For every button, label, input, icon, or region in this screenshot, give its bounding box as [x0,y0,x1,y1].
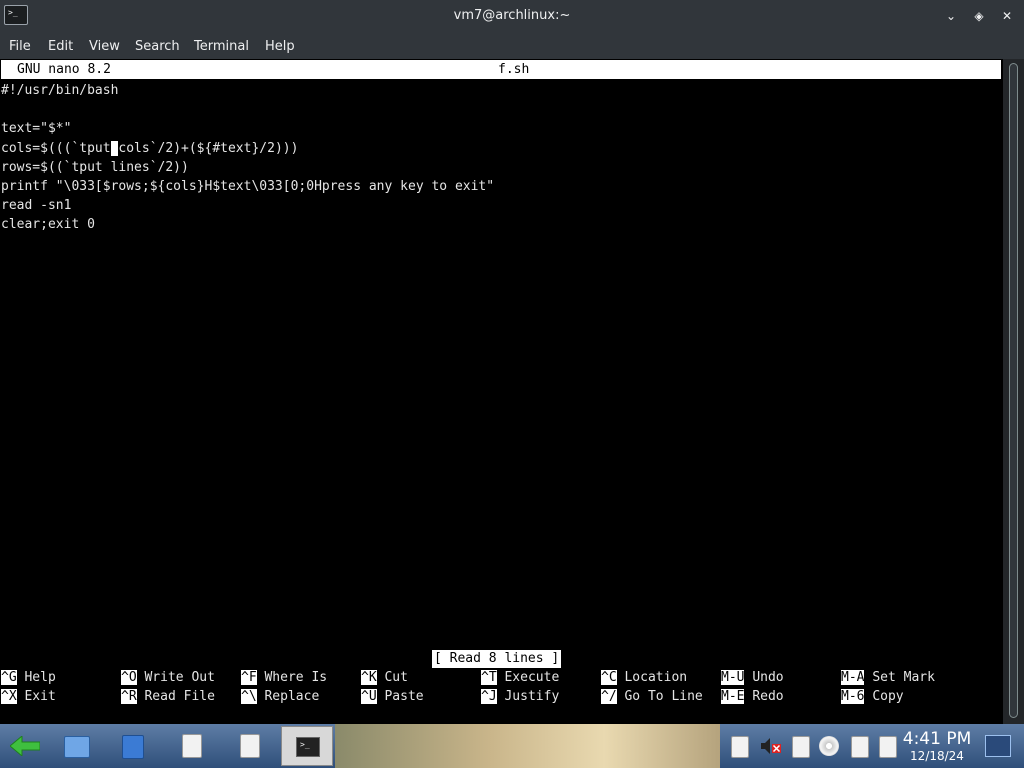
maximize-icon[interactable]: ◈ [969,6,989,26]
terminal-task-icon: >_ [296,737,320,757]
shortcut-copy[interactable]: M-6 Copy [841,687,904,706]
menu-edit[interactable]: Edit [48,39,73,54]
tray-document-icon[interactable] [792,736,810,758]
show-desktop-icon[interactable] [985,735,1011,757]
menu-view[interactable]: View [89,39,120,54]
code-line: text="$*" [1,121,72,137]
menu-file[interactable]: File [9,39,31,54]
nano-version: GNU nano 8.2 [17,62,111,77]
minimize-icon[interactable]: ⌄ [941,6,961,26]
shortcut-help[interactable]: ^G Help [1,668,56,687]
code-line: read -sn1 [1,198,72,214]
vertical-scrollbar[interactable] [1003,59,1024,724]
shortcut-exit[interactable]: ^X Exit [1,687,56,706]
shortcut-replace[interactable]: ^\ Replace [241,687,319,706]
shortcut-undo[interactable]: M-U Undo [721,668,784,687]
shortcut-execute[interactable]: ^T Execute [481,668,559,687]
close-icon[interactable]: ✕ [997,6,1017,26]
code-line: rows=$((`tput lines`/2)) [1,159,189,175]
code-line: clear;exit 0 [1,217,95,233]
document-icon[interactable] [182,734,202,758]
window-titlebar[interactable]: >_ vm7@archlinux:~ ⌄ ◈ ✕ [0,0,1024,33]
code-before-cursor: cols=$(((`tput [1,140,111,156]
shortcut-where-is[interactable]: ^F Where Is [241,668,327,687]
menu-terminal[interactable]: Terminal [194,39,249,54]
scrollbar-thumb[interactable] [1009,63,1018,718]
menu-help[interactable]: Help [265,39,295,54]
clock[interactable]: 4:41 PM 12/18/24 [896,729,978,763]
code-line-cursor: cols=$(((`tput cols`/2)+(${#text}/2))) [1,139,494,158]
shortcut-cut[interactable]: ^K Cut [361,668,408,687]
taskbar-wallpaper-strip [335,724,720,768]
nano-shortcut-bar: ^G Help ^O Write Out ^F Where Is ^K Cut … [0,668,1003,708]
taskbar-terminal-task[interactable]: >_ [281,726,333,766]
optical-disc-icon[interactable] [819,736,839,756]
shortcut-location[interactable]: ^C Location [601,668,687,687]
shortcut-paste[interactable]: ^U Paste [361,687,424,706]
shortcut-write-out[interactable]: ^O Write Out [121,668,215,687]
clock-time: 4:41 PM [902,729,972,749]
code-line: #!/usr/bin/bash [1,83,119,98]
editor-buffer[interactable]: #!/usr/bin/bash text="$*" cols=$(((`tput… [1,81,494,235]
shortcut-redo[interactable]: M-E Redo [721,687,784,706]
menu-search[interactable]: Search [135,39,180,54]
nano-status-message: [ Read 8 lines ] [432,650,562,668]
shortcut-justify[interactable]: ^J Justify [481,687,559,706]
speaker-muted-icon[interactable] [760,736,782,756]
menu-bar: File Edit View Search Terminal Help [0,33,1024,59]
shortcut-read-file[interactable]: ^R Read File [121,687,215,706]
code-line: printf "\033[$rows;${cols}H$text\033[0;0… [1,178,495,194]
tray-document-icon[interactable] [851,736,869,758]
tray-document-icon[interactable] [879,736,897,758]
shortcut-go-to-line[interactable]: ^/ Go To Line [601,687,703,706]
nano-filename: f.sh [498,62,530,77]
clock-date: 12/18/24 [910,749,964,763]
terminal-area[interactable]: GNU nano 8.2 f.sh #!/usr/bin/bash text="… [0,59,1003,724]
taskbar: >_ 4:41 PM 12/18/24 [0,724,1024,768]
folder-icon[interactable] [64,736,90,758]
window-title: vm7@archlinux:~ [453,8,571,23]
start-menu-arrow-icon[interactable] [10,736,40,756]
tray-document-icon[interactable] [731,736,749,758]
nano-header-bar: GNU nano 8.2 f.sh [1,60,1001,79]
file-manager-icon[interactable] [122,735,144,759]
shortcut-set-mark[interactable]: M-A Set Mark [841,668,935,687]
document-icon[interactable] [240,734,260,758]
terminal-task-glyph: >_ [300,740,310,749]
code-after-cursor: cols`/2)+(${#text}/2))) [118,140,299,156]
